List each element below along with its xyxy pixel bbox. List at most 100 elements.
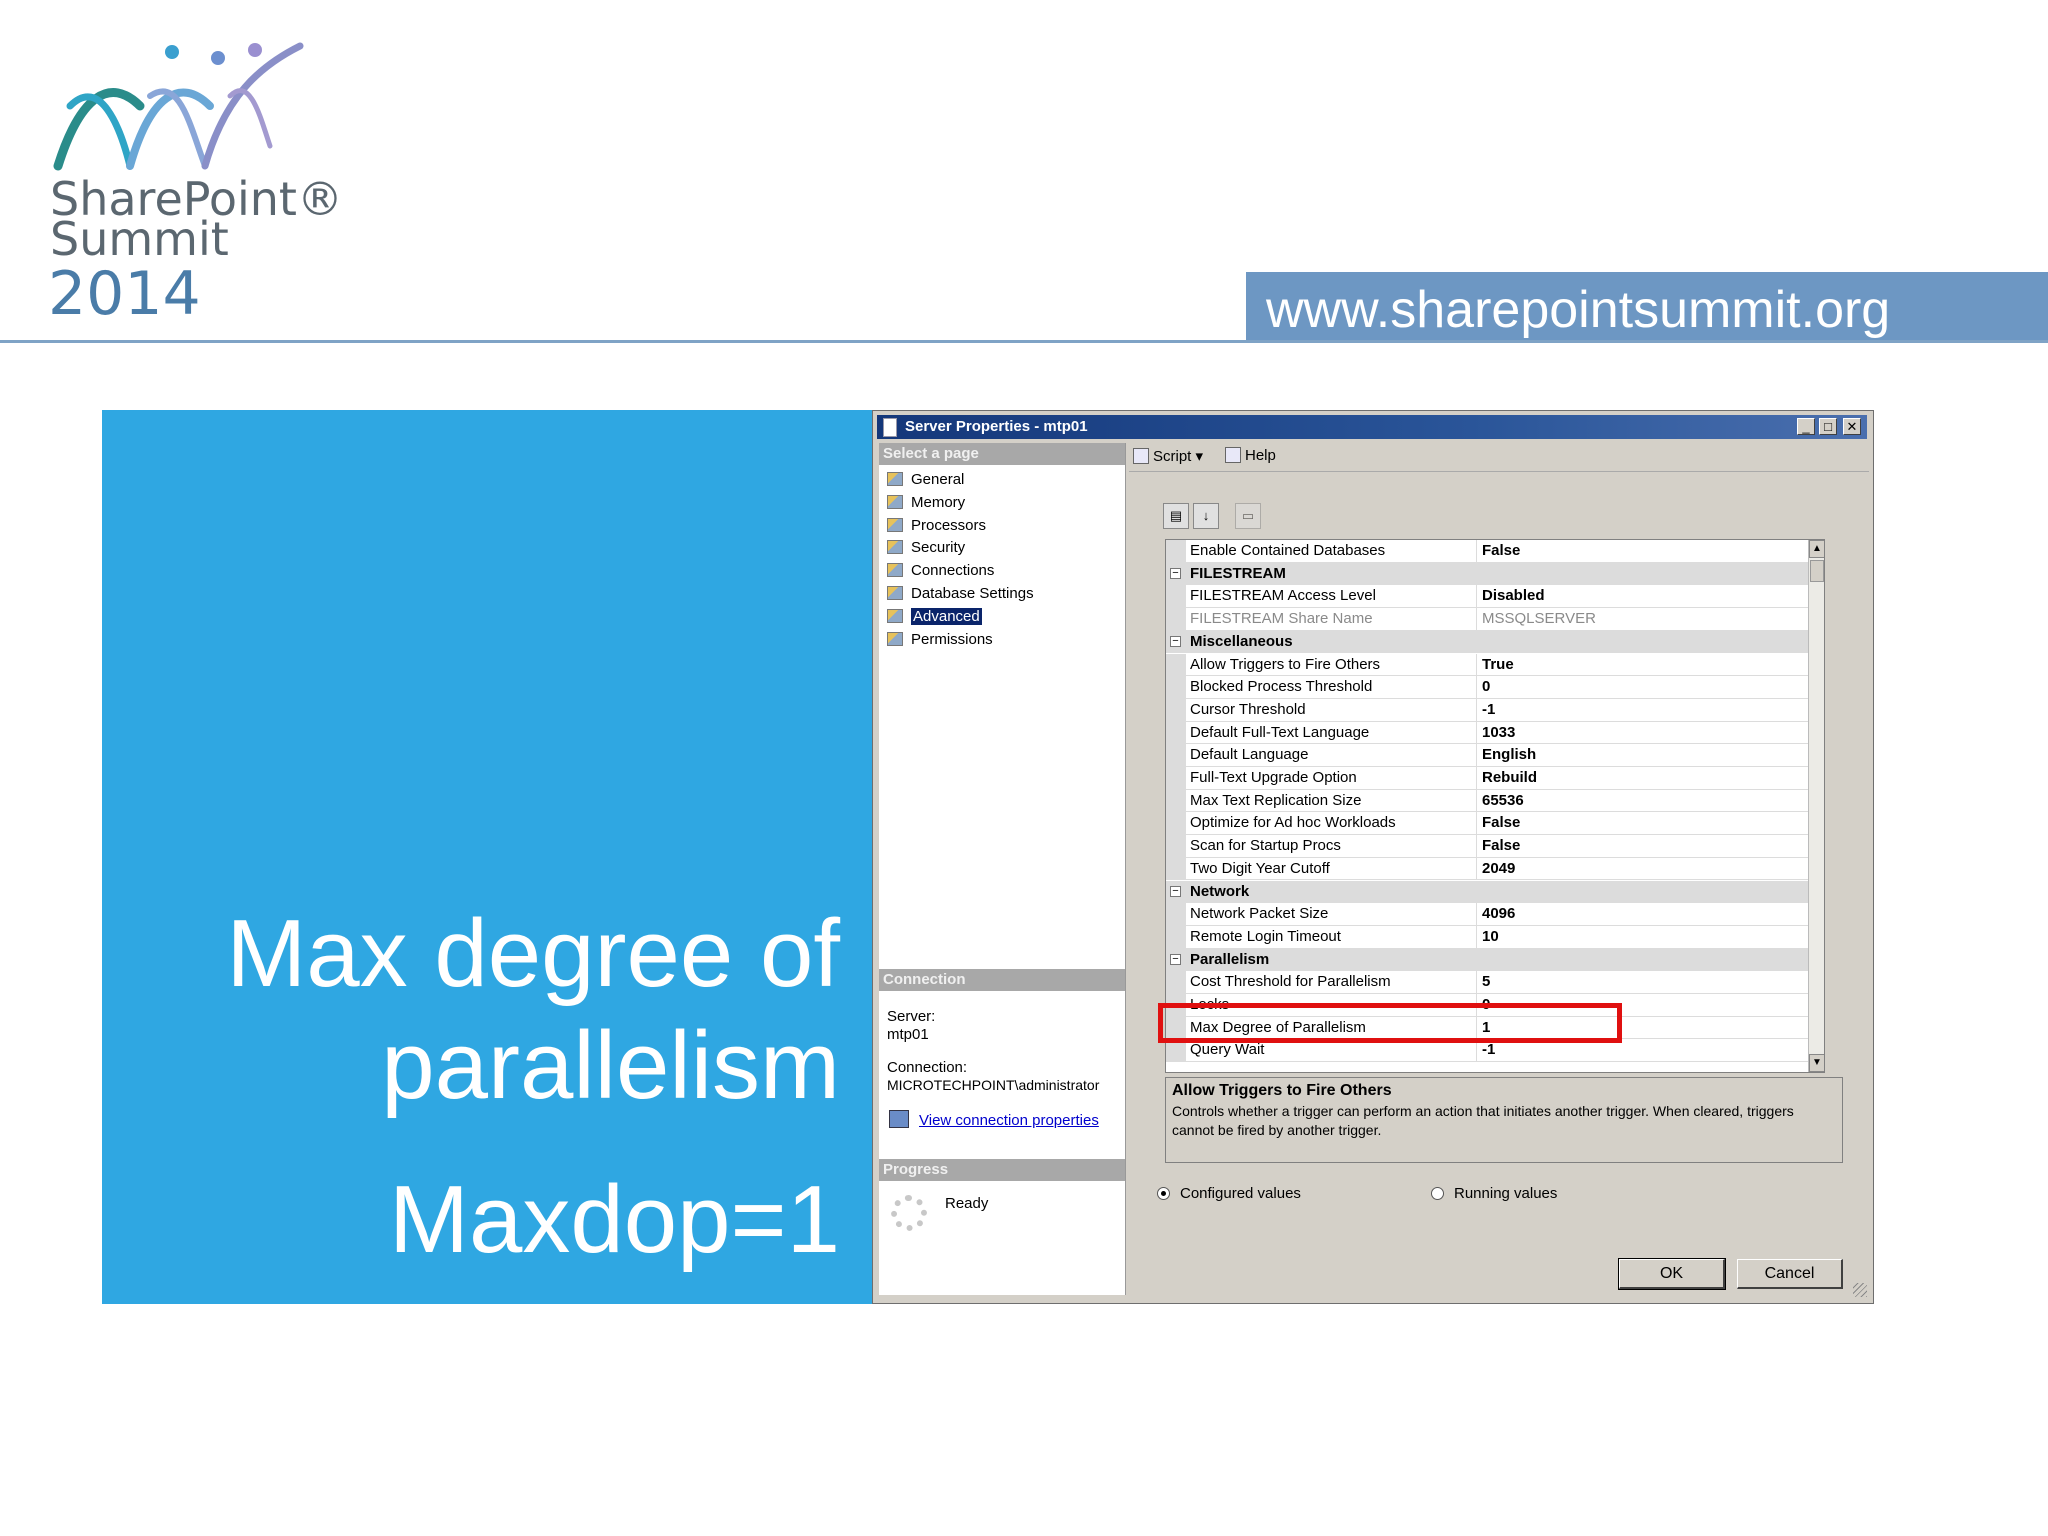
property-value[interactable]: False bbox=[1482, 835, 1520, 856]
configured-values-label: Configured values bbox=[1180, 1185, 1301, 1202]
alphabetical-sort-icon[interactable]: ↓ bbox=[1193, 503, 1219, 529]
property-value[interactable]: -1 bbox=[1482, 699, 1495, 720]
property-row[interactable]: Scan for Startup Procs False bbox=[1166, 835, 1808, 858]
script-button[interactable]: Script ▾ bbox=[1133, 447, 1203, 465]
property-row[interactable]: Default Full-Text Language 1033 bbox=[1166, 721, 1808, 745]
logo-text-summit: Summit bbox=[50, 212, 229, 266]
nav-item-database-settings[interactable]: Database Settings bbox=[887, 583, 1034, 605]
property-value[interactable]: False bbox=[1482, 540, 1520, 561]
property-row[interactable]: Cursor Threshold -1 bbox=[1166, 698, 1808, 722]
configured-values-radio[interactable]: Configured values bbox=[1157, 1185, 1301, 1202]
nav-item-connections[interactable]: Connections bbox=[887, 560, 994, 582]
radio-unselected-icon bbox=[1431, 1187, 1444, 1200]
help-button[interactable]: Help bbox=[1225, 447, 1276, 464]
maximize-button[interactable]: □ bbox=[1819, 418, 1837, 435]
property-row[interactable]: Full-Text Upgrade Option Rebuild bbox=[1166, 767, 1808, 790]
property-pages-icon[interactable]: ▭ bbox=[1235, 503, 1261, 529]
collapse-icon[interactable]: − bbox=[1170, 885, 1181, 897]
nav-item-security[interactable]: Security bbox=[887, 537, 965, 559]
dialog-title: Server Properties - mtp01 bbox=[905, 418, 1088, 435]
nav-item-label: Connections bbox=[911, 562, 995, 580]
property-value[interactable]: 1033 bbox=[1482, 722, 1515, 743]
dialog-toolbar: Script ▾ Help bbox=[1129, 443, 1869, 472]
property-value[interactable]: Rebuild bbox=[1482, 767, 1537, 788]
property-value[interactable]: 4096 bbox=[1482, 903, 1515, 924]
nav-item-memory[interactable]: Memory bbox=[887, 492, 965, 514]
script-label: Script bbox=[1153, 448, 1192, 465]
property-value[interactable]: 5 bbox=[1482, 971, 1490, 992]
nav-item-label: Security bbox=[911, 539, 966, 557]
property-category-row[interactable]: − FILESTREAM bbox=[1166, 562, 1808, 586]
property-value[interactable]: 0 bbox=[1482, 676, 1490, 697]
category-name: Network bbox=[1190, 882, 1250, 900]
property-value[interactable]: English bbox=[1482, 744, 1536, 765]
nav-item-label: General bbox=[911, 471, 965, 488]
row-gutter bbox=[1166, 767, 1186, 789]
nav-item-advanced[interactable]: Advanced bbox=[887, 606, 982, 628]
property-name: Remote Login Timeout bbox=[1190, 925, 1477, 948]
running-values-label: Running values bbox=[1454, 1185, 1558, 1202]
property-category-row[interactable]: − Parallelism bbox=[1166, 948, 1808, 972]
row-gutter bbox=[1166, 903, 1186, 925]
property-row[interactable]: Default Language English bbox=[1166, 744, 1808, 767]
scroll-thumb[interactable] bbox=[1810, 560, 1824, 582]
property-row[interactable]: Network Packet Size 4096 bbox=[1166, 903, 1808, 926]
server-label: Server: bbox=[887, 1008, 936, 1025]
property-grid-scrollbar[interactable]: ▲ ▼ bbox=[1808, 540, 1824, 1072]
page-icon bbox=[887, 517, 903, 532]
property-category-row[interactable]: − Miscellaneous bbox=[1166, 630, 1808, 654]
description-text: Controls whether a trigger can perform a… bbox=[1172, 1103, 1794, 1138]
row-gutter bbox=[1166, 608, 1186, 630]
ok-button[interactable]: OK bbox=[1618, 1258, 1726, 1290]
close-button[interactable]: ✕ bbox=[1843, 418, 1861, 435]
scroll-up-icon[interactable]: ▲ bbox=[1809, 540, 1824, 558]
collapse-icon[interactable]: − bbox=[1170, 567, 1181, 579]
property-row[interactable]: Two Digit Year Cutoff 2049 bbox=[1166, 857, 1808, 881]
property-value[interactable]: 2049 bbox=[1482, 858, 1515, 879]
property-row[interactable]: Allow Triggers to Fire Others True bbox=[1166, 653, 1808, 677]
property-value[interactable]: 10 bbox=[1482, 926, 1499, 947]
cancel-button[interactable]: Cancel bbox=[1737, 1259, 1843, 1289]
collapse-icon[interactable]: − bbox=[1170, 635, 1181, 647]
property-value[interactable]: MSSQLSERVER bbox=[1482, 608, 1596, 629]
chevron-down-icon: ▾ bbox=[1195, 448, 1204, 465]
server-value: mtp01 bbox=[887, 1026, 929, 1043]
property-row[interactable]: Enable Contained Databases False bbox=[1166, 540, 1808, 563]
property-value[interactable]: False bbox=[1482, 812, 1520, 833]
property-value[interactable]: True bbox=[1482, 654, 1514, 675]
row-gutter bbox=[1166, 971, 1186, 993]
property-row[interactable]: Optimize for Ad hoc Workloads False bbox=[1166, 812, 1808, 836]
property-value[interactable]: Disabled bbox=[1482, 585, 1545, 606]
running-values-radio[interactable]: Running values bbox=[1431, 1185, 1557, 1202]
nav-item-processors[interactable]: Processors bbox=[887, 515, 986, 537]
view-connection-properties-link[interactable]: View connection properties bbox=[919, 1112, 1099, 1129]
category-name: Parallelism bbox=[1190, 950, 1270, 968]
categorized-view-icon[interactable]: ▤ bbox=[1163, 503, 1189, 529]
dialog-titlebar[interactable]: Server Properties - mtp01 _ □ ✕ bbox=[877, 415, 1867, 439]
page-icon bbox=[887, 586, 903, 600]
minimize-button[interactable]: _ bbox=[1797, 418, 1815, 435]
logo-figures-icon bbox=[53, 42, 304, 171]
row-gutter bbox=[1166, 744, 1186, 766]
property-row[interactable]: Max Text Replication Size 65536 bbox=[1166, 789, 1808, 813]
property-name: FILESTREAM Share Name bbox=[1190, 608, 1477, 630]
property-row[interactable]: Cost Threshold for Parallelism 5 bbox=[1166, 971, 1808, 994]
view-connection-row: View connection properties bbox=[889, 1110, 1099, 1129]
property-row[interactable]: Blocked Process Threshold 0 bbox=[1166, 676, 1808, 699]
property-name: Scan for Startup Procs bbox=[1190, 835, 1477, 857]
nav-item-permissions[interactable]: Permissions bbox=[887, 629, 993, 651]
property-row[interactable]: FILESTREAM Share Name MSSQLSERVER bbox=[1166, 608, 1808, 631]
slide-text-panel: Max degree of parallelism Maxdop=1 bbox=[102, 410, 872, 1304]
property-value[interactable]: 65536 bbox=[1482, 790, 1524, 811]
resize-grip-icon[interactable] bbox=[1853, 1283, 1867, 1297]
slide-subheading: Maxdop=1 bbox=[389, 1166, 840, 1273]
property-row[interactable]: FILESTREAM Access Level Disabled bbox=[1166, 585, 1808, 609]
property-row[interactable]: Remote Login Timeout 10 bbox=[1166, 925, 1808, 949]
collapse-icon[interactable]: − bbox=[1170, 953, 1181, 965]
connection-properties-icon bbox=[889, 1110, 909, 1128]
scroll-down-icon[interactable]: ▼ bbox=[1809, 1054, 1824, 1072]
nav-item-general[interactable]: General bbox=[887, 469, 964, 491]
connection-header: Connection bbox=[879, 969, 1125, 991]
property-category-row[interactable]: − Network bbox=[1166, 880, 1808, 904]
row-gutter bbox=[1166, 812, 1186, 835]
